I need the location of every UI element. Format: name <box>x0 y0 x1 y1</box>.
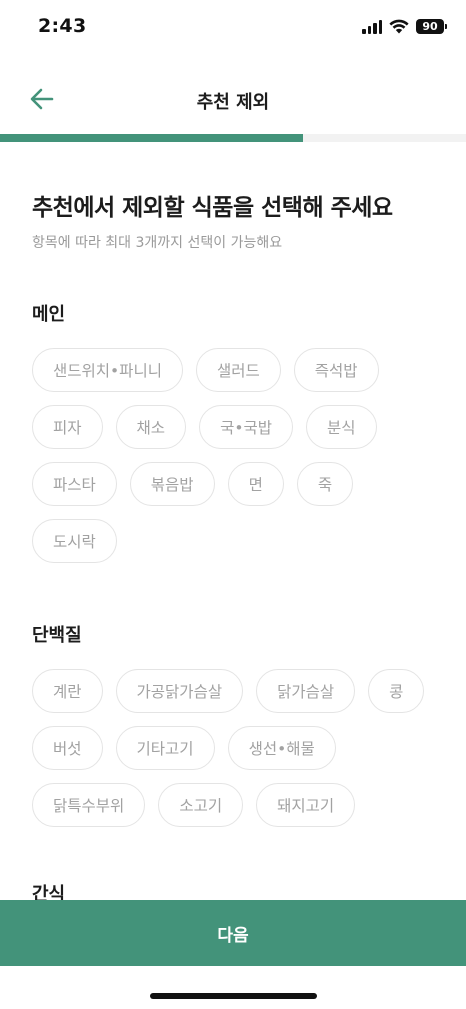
food-chip[interactable]: 면 <box>227 462 284 506</box>
wifi-icon <box>389 19 409 34</box>
chip-group: 계란 가공닭가슴살 닭가슴살 콩버섯 기타고기 생선•해물닭특수부위 소고기 돼지고기 <box>32 669 442 827</box>
status-time: 2:43 <box>38 15 87 37</box>
food-chip[interactable]: 생선•해물 <box>227 726 336 770</box>
status-bar: 2:43 90 <box>0 0 466 58</box>
food-chip[interactable]: 파스타 <box>32 462 117 506</box>
instruction-title: 추천에서 제외할 식품을 선택해 주세요 <box>32 195 393 221</box>
nav-bar: 추천 제외 <box>0 70 466 128</box>
progress-bar <box>0 134 466 142</box>
food-chip[interactable]: 가공닭가슴살 <box>115 669 244 713</box>
food-chip[interactable]: 기타고기 <box>115 726 215 770</box>
bottom-safe-area <box>0 966 466 1009</box>
food-chip[interactable]: 죽 <box>296 462 354 506</box>
food-chip[interactable]: 콩 <box>368 669 425 713</box>
food-chip[interactable]: 샐러드 <box>195 348 281 392</box>
food-chip[interactable]: 샌드위치•파니니 <box>32 348 183 392</box>
food-chip[interactable]: 피자 <box>32 405 103 449</box>
food-chip[interactable]: 닭특수부위 <box>32 783 146 827</box>
food-chip[interactable]: 버섯 <box>32 726 103 770</box>
instruction-subtitle: 항목에 따라 최대 3개까지 선택이 가능해요 <box>32 235 283 251</box>
home-indicator[interactable] <box>150 993 317 999</box>
progress-fill <box>0 134 303 142</box>
food-chip[interactable]: 계란 <box>32 669 103 713</box>
battery-icon: 90 <box>416 19 447 34</box>
section-main: 메인 샌드위치•파니니 샐러드 즉석밥피자 채소 국•국밥 분식파스타 볶음밥 면 죽도시락 <box>32 300 442 563</box>
food-chip[interactable]: 도시락 <box>32 519 117 563</box>
food-chip[interactable]: 닭가슴살 <box>256 669 356 713</box>
food-chip[interactable]: 돼지고기 <box>256 783 356 827</box>
section-title: 단백질 <box>32 625 82 646</box>
page-title: 추천 제외 <box>196 92 270 113</box>
next-button[interactable]: 다음 <box>0 900 466 966</box>
section-title: 메인 <box>32 304 66 325</box>
food-chip[interactable]: 즉석밥 <box>293 348 379 392</box>
food-chip[interactable]: 국•국밥 <box>199 405 293 449</box>
status-icons: 90 <box>362 19 447 34</box>
food-chip[interactable]: 채소 <box>115 405 187 449</box>
cellular-signal-icon <box>362 19 382 34</box>
chip-group: 샌드위치•파니니 샐러드 즉석밥피자 채소 국•국밥 분식파스타 볶음밥 면 죽도시락 <box>32 348 442 563</box>
food-chip[interactable]: 분식 <box>306 405 377 449</box>
section-protein: 단백질 계란 가공닭가슴살 닭가슴살 콩버섯 기타고기 생선•해물닭특수부위 소고기 돼지고기 <box>32 621 442 827</box>
food-chip[interactable]: 소고기 <box>158 783 244 827</box>
food-chip[interactable]: 볶음밥 <box>129 462 215 506</box>
